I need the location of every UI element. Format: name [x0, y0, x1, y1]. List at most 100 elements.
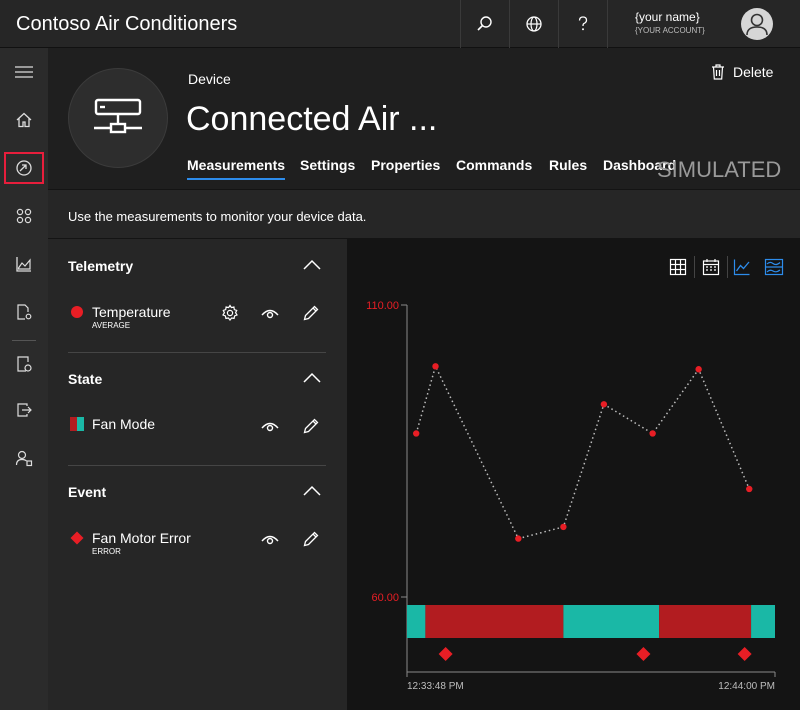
temperature-data-point	[649, 430, 656, 437]
temperature-data-point	[600, 401, 608, 408]
tab-rules[interactable]: Rules	[549, 157, 587, 173]
section-title-telemetry: Telemetry	[68, 258, 134, 274]
fan-motor-error-event-marker	[438, 647, 453, 661]
fan-motor-error-event-marker	[636, 647, 651, 661]
top-bar: Contoso Air Conditioners {your name} {YO…	[0, 0, 800, 48]
fan-mode-state-band	[425, 605, 564, 638]
device-explorer-icon	[16, 160, 32, 176]
fan-mode-state-band	[407, 605, 426, 638]
temperature-visibility-button[interactable]	[259, 302, 281, 324]
fan-motor-error-visibility-button[interactable]	[259, 528, 281, 550]
section-title-state: State	[68, 371, 103, 387]
temperature-data-point	[695, 366, 702, 373]
device-label: Device	[188, 71, 231, 87]
measurements-panel: Telemetry Temperature AVERAGE State Fan …	[48, 239, 348, 710]
sidebar	[0, 48, 48, 710]
chevron-up-icon[interactable]	[301, 484, 323, 498]
sidebar-item-device-templates[interactable]	[0, 344, 48, 384]
gear-icon	[222, 304, 238, 321]
search-button[interactable]	[460, 0, 508, 48]
fan-mode-state-band	[751, 605, 775, 638]
device-header: Device Connected Air ... Delete Measurem…	[48, 48, 800, 190]
sidebar-item-data-export[interactable]	[0, 390, 48, 430]
x-tick-label: 12:44:00 PM	[718, 681, 775, 692]
chevron-up-icon[interactable]	[301, 371, 323, 385]
jobs-icon	[17, 304, 32, 320]
delete-label: Delete	[733, 64, 774, 80]
user-account-button[interactable]: {your name} {YOUR ACCOUNT}	[607, 0, 800, 48]
trash-icon	[712, 64, 724, 80]
device-icon	[94, 98, 142, 134]
fan-motor-error-marker-icon	[70, 531, 84, 545]
eye-icon	[261, 422, 279, 432]
tab-measurements[interactable]: Measurements	[187, 157, 286, 180]
help-button[interactable]	[558, 0, 606, 48]
measurement-name: Fan Motor Error	[92, 530, 191, 546]
sidebar-item-home[interactable]	[0, 100, 48, 140]
x-tick-label: 12:33:48 PM	[407, 681, 464, 692]
tab-commands[interactable]: Commands	[456, 157, 532, 173]
language-button[interactable]	[509, 0, 557, 48]
temperature-marker-icon	[71, 306, 83, 318]
user-avatar-icon	[746, 13, 768, 36]
home-icon	[16, 112, 32, 128]
temperature-series-line	[415, 364, 750, 540]
fan-mode-state-band	[563, 605, 660, 638]
device-name: Connected Air ...	[186, 100, 438, 138]
eye-icon	[261, 309, 279, 319]
search-icon	[476, 16, 492, 31]
pencil-icon	[303, 305, 319, 321]
temperature-settings-button[interactable]	[219, 302, 241, 324]
fan-mode-visibility-button[interactable]	[259, 415, 281, 437]
fan-mode-marker-icon	[70, 417, 84, 431]
measurement-name: Temperature	[92, 304, 171, 320]
sidebar-item-analytics[interactable]	[0, 244, 48, 284]
administration-icon	[15, 450, 33, 467]
apps-grid-icon	[16, 208, 32, 224]
device-templates-icon	[17, 356, 32, 372]
analytics-icon	[16, 257, 31, 272]
simulated-badge: SIMULATED	[657, 157, 782, 182]
section-divider	[68, 352, 326, 353]
temperature-data-point	[432, 363, 439, 370]
fan-motor-error-edit-button[interactable]	[300, 528, 322, 550]
measurement-name: Fan Mode	[92, 416, 156, 432]
sidebar-item-apps[interactable]	[0, 196, 48, 236]
measurement-type: ERROR	[92, 547, 121, 556]
fan-motor-error-event-marker	[737, 647, 752, 661]
info-text: Use the measurements to monitor your dev…	[68, 209, 367, 224]
hamburger-icon	[15, 66, 33, 78]
chevron-up-icon[interactable]	[301, 258, 323, 272]
info-bar: Use the measurements to monitor your dev…	[48, 190, 800, 239]
y-tick-label: 60.00	[371, 592, 399, 604]
section-divider	[68, 465, 326, 466]
fan-mode-edit-button[interactable]	[300, 415, 322, 437]
avatar	[741, 8, 773, 40]
sidebar-item-jobs[interactable]	[0, 292, 48, 332]
eye-icon	[261, 535, 279, 545]
temperature-data-point	[560, 523, 567, 531]
globe-icon	[525, 16, 542, 32]
delete-button[interactable]: Delete	[711, 64, 773, 80]
help-icon	[578, 16, 587, 31]
sidebar-item-device-explorer[interactable]	[0, 148, 48, 188]
telemetry-chart[interactable]: 110.00 60.00 12:33:48 PM 12:44:00 PM	[348, 239, 800, 710]
user-name: {your name}	[635, 10, 700, 24]
section-title-event: Event	[68, 484, 107, 500]
measurement-aggregation: AVERAGE	[92, 321, 131, 330]
app-title: Contoso Air Conditioners	[16, 13, 238, 35]
temperature-data-point	[515, 535, 522, 542]
tab-settings[interactable]: Settings	[300, 157, 355, 173]
temperature-data-point	[413, 430, 420, 437]
sidebar-menu-toggle[interactable]	[0, 52, 48, 92]
pencil-icon	[303, 418, 319, 434]
temperature-edit-button[interactable]	[300, 302, 322, 324]
y-tick-label: 110.00	[366, 300, 399, 312]
sidebar-item-administration[interactable]	[0, 438, 48, 478]
pencil-icon	[303, 531, 319, 547]
data-export-icon	[17, 403, 32, 417]
temperature-data-point	[746, 485, 753, 493]
tab-properties[interactable]: Properties	[371, 157, 440, 173]
sidebar-separator	[12, 340, 36, 341]
device-image	[68, 68, 168, 168]
